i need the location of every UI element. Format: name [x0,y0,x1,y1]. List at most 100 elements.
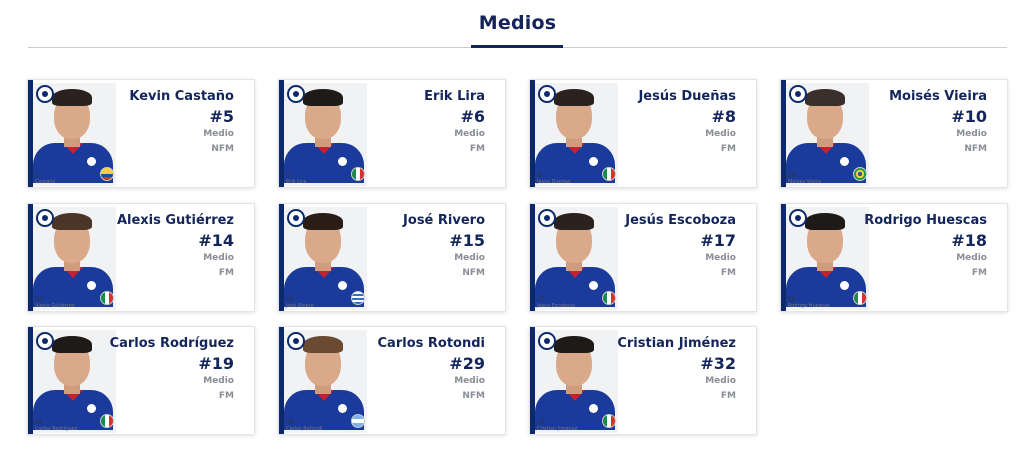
player-info: Erik Lira #6 Medio FM [350,88,485,157]
jersey-crest [338,404,347,413]
player-position: Medio [956,129,987,139]
section-title: Medios [478,12,557,34]
player-hair [52,336,92,353]
player-position: Medio [454,253,485,263]
player-number: #5 [209,107,234,126]
player-card[interactable]: 19 Carlos Rodríguez Carlos Rodríguez #19 Med… [27,326,255,435]
player-card[interactable]: 10 Moisés Vieira Moisés Vieira #10 Medio NFM [780,79,1008,188]
jersey-crest [840,157,849,166]
player-number: #29 [449,354,485,373]
club-crest-icon [36,332,54,350]
player-position: Medio [956,253,987,263]
player-name: Moisés Vieira [889,89,987,104]
photo-number: 15 [286,296,294,303]
player-status: FM [720,391,736,401]
photo-number: 29 [286,419,294,426]
club-crest-icon [538,85,556,103]
jersey-crest [589,157,598,166]
photo-number: 6 [286,172,290,179]
photo-number: 14 [35,296,43,303]
player-card[interactable]: 17 Jesús Escoboza Jesús Escoboza #17 Medio FM [529,203,757,312]
nationality-flag-icon [351,291,365,305]
player-name: Jesús Escoboza [625,213,736,228]
player-status: FM [720,268,736,278]
player-status: FM [218,391,234,401]
player-name: José Rivero [403,213,485,228]
photo-name: Castaño [35,179,56,185]
jersey-crest [87,281,96,290]
nationality-flag-icon [602,167,616,181]
nationality-flag-icon [351,167,365,181]
photo-name: Jesús Escoboza [537,303,576,309]
player-name: Carlos Rotondi [377,336,485,351]
player-info: Jesús Escoboza #17 Medio FM [601,212,736,281]
player-number: #19 [198,354,234,373]
player-hair [52,213,92,230]
player-number: #6 [460,107,485,126]
nationality-flag-icon [351,414,365,428]
photo-number: 19 [35,419,43,426]
player-hair [554,89,594,106]
player-number: #18 [951,231,987,250]
player-name: Rodrigo Huescas [864,213,987,228]
player-name: Jesús Dueñas [638,89,736,104]
player-hair [303,213,343,230]
player-name: Erik Lira [424,89,485,104]
club-crest-icon [36,85,54,103]
player-info: Cristian Jiménez #32 Medio FM [601,335,736,404]
player-card[interactable]: 29 Carlos Rotondi Carlos Rotondi #29 Medio NF… [278,326,506,435]
photo-number: 17 [537,296,545,303]
player-name: Kevin Castaño [129,89,234,104]
photo-name: Jesús Dueñas [537,179,571,185]
nationality-flag-icon [100,291,114,305]
club-crest-icon [36,209,54,227]
player-card[interactable]: 18 Rodrigo Huescas Rodrigo Huescas #18 Medio… [780,203,1008,312]
player-hair [554,213,594,230]
player-number: #17 [700,231,736,250]
jersey-crest [338,281,347,290]
player-name: Alexis Gutiérrez [116,213,234,228]
player-hair [805,89,845,106]
nationality-flag-icon [100,414,114,428]
player-card[interactable]: 5 Castaño Kevin Castaño #5 Medio NFM [27,79,255,188]
photo-name: Rodrigo Huescas [788,303,830,309]
player-status: NFM [211,144,234,154]
nationality-flag-icon [602,291,616,305]
photo-name: Carlos Rotondi [286,426,323,432]
player-position: Medio [203,129,234,139]
player-number: #32 [700,354,736,373]
jersey-crest [840,281,849,290]
player-number: #10 [951,107,987,126]
player-position: Medio [454,129,485,139]
photo-number: 8 [537,172,541,179]
jersey-crest [338,157,347,166]
nationality-flag-icon [853,291,867,305]
player-status: FM [218,268,234,278]
player-info: Rodrigo Huescas #18 Medio FM [852,212,987,281]
player-status: NFM [462,268,485,278]
club-crest-icon [789,85,807,103]
photo-number: 5 [35,172,39,179]
photo-number: 32 [537,419,545,426]
nationality-flag-icon [602,414,616,428]
photo-number: 18 [788,296,796,303]
nationality-flag-icon [100,167,114,181]
player-status: FM [469,144,485,154]
player-name: Cristian Jiménez [617,336,736,351]
player-card[interactable]: 14 Alexis Gutiérrez Alexis Gutiérrez #14 Med… [27,203,255,312]
jersey-crest [87,404,96,413]
player-card[interactable]: 15 José Rivero José Rivero #15 Medio NFM [278,203,506,312]
player-info: Alexis Gutiérrez #14 Medio FM [99,212,234,281]
player-card[interactable]: 6 Erik Lira Erik Lira #6 Medio FM [278,79,506,188]
player-card[interactable]: 32 Cristian Jiménez Cristian Jiménez #32 Med… [529,326,757,435]
player-hair [303,336,343,353]
photo-name: Alexis Gutiérrez [35,303,75,309]
photo-name: Erik Lira [286,179,307,185]
player-name: Carlos Rodríguez [109,336,234,351]
player-position: Medio [454,376,485,386]
photo-name: Carlos Rodríguez [35,426,78,432]
club-crest-icon [538,209,556,227]
player-info: Jesús Dueñas #8 Medio FM [601,88,736,157]
player-info: Carlos Rodríguez #19 Medio FM [99,335,234,404]
player-card[interactable]: 8 Jesús Dueñas Jesús Dueñas #8 Medio FM [529,79,757,188]
